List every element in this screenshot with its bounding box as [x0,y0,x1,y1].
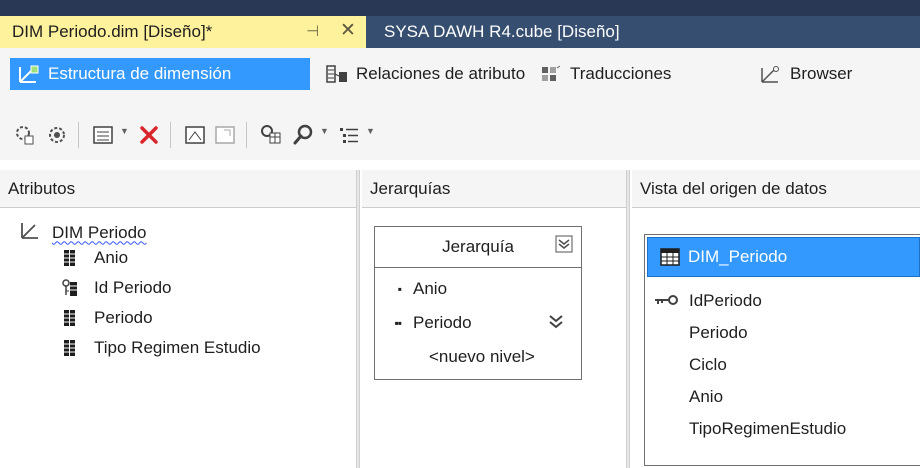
dsv-canvas: DIM_Periodo IdPeriodo Periodo Ciclo Anio… [632,208,920,468]
browser-icon [760,64,782,84]
dimension-icon [20,220,42,245]
column-item[interactable]: Ciclo [689,355,727,375]
column-item[interactable]: Anio [689,387,723,407]
chevron-double-down-icon[interactable] [547,313,565,336]
level-bullet: ▪ [397,282,402,296]
pin-icon[interactable]: ⊣ [306,22,319,40]
tab-label: DIM Periodo.dim [Diseño]* [12,22,213,41]
dsv-pane-header: Vista del origen de datos [632,170,920,208]
column-item[interactable]: TipoRegimenEstudio [689,419,846,439]
new-hierarchy-icon[interactable] [182,122,208,148]
process-icon[interactable] [12,122,38,148]
pane-splitter[interactable] [626,170,630,468]
hierarchies-canvas: Jerarquía ▪ Anio ▪▪ Periodo <nuevo nivel… [362,208,626,468]
attribute-item[interactable]: Anio [62,248,128,268]
hierarchy-grid-icon [212,122,238,148]
level-label: Anio [413,279,448,298]
table-header[interactable]: DIM_Periodo [647,237,920,277]
data-source-view-pane: Vista del origen de datos DIM_Periodo Id… [632,170,920,468]
level-bullet: ▪▪ [394,316,402,330]
tab-label: Estructura de dimensión [48,64,232,83]
explore-data-icon[interactable] [258,122,284,148]
tab-dim-periodo[interactable]: DIM Periodo.dim [Diseño]* ⊣ ✕ [0,16,366,48]
pane-splitter[interactable] [356,170,360,468]
toolbar-divider [78,122,79,148]
column-item[interactable]: IdPeriodo [689,291,762,311]
attributes-pane: Atributos DIM Periodo Anio Id Periodo Pe… [0,170,356,468]
new-level-placeholder[interactable]: <nuevo nivel> [429,347,635,367]
tab-dimension-structure[interactable]: Estructura de dimensión [10,58,310,90]
tree-root-dimension[interactable]: DIM Periodo [20,220,146,245]
pane-title: Atributos [8,178,76,198]
table-box[interactable]: DIM_Periodo IdPeriodo Periodo Ciclo Anio… [644,234,920,466]
dimension-name: DIM Periodo [52,222,147,242]
toolbar-divider [246,122,247,148]
level-label: Periodo [413,313,472,332]
tab-translations[interactable]: Traducciones [540,58,671,90]
hierarchies-pane-header: Jerarquías [362,170,626,208]
document-tab-bar: DIM Periodo.dim [Diseño]* ⊣ ✕ SYSA DAWH … [0,0,920,48]
column-item[interactable]: Periodo [689,323,748,343]
close-icon[interactable]: ✕ [340,19,356,42]
table-name: DIM_Periodo [688,247,788,266]
attribute-icon [62,339,78,357]
attribute-label: Anio [94,248,129,267]
attribute-label: Periodo [94,308,153,327]
tab-label: Relaciones de atributo [356,64,526,83]
attributes-tree: DIM Periodo Anio Id Periodo Periodo Tipo… [0,208,356,468]
tab-label: Traducciones [570,64,672,83]
search-icon[interactable] [290,122,316,148]
attribute-icon [62,309,78,327]
chevron-down-icon[interactable]: ▼ [120,126,129,136]
chevron-down-icon[interactable]: ▼ [366,126,375,136]
new-level-label: <nuevo nivel> [429,347,535,366]
settings-gear-icon[interactable] [44,122,70,148]
dimension-structure-icon [18,64,40,84]
attribute-item[interactable]: Id Periodo [62,278,172,298]
attribute-relationships-icon [326,64,348,84]
translations-icon [540,64,562,84]
show-attributes-icon[interactable] [90,122,116,148]
hierarchy-box[interactable]: Jerarquía ▪ Anio ▪▪ Periodo <nuevo nivel… [374,226,582,380]
pane-title: Jerarquías [370,178,451,198]
hierarchy-header[interactable]: Jerarquía [375,227,581,267]
hierarchies-pane: Jerarquías Jerarquía ▪ Anio ▪▪ Periodo <… [362,170,626,468]
designer-toolbar: ▼ ▼ ▼ [0,110,920,160]
attribute-label: Id Periodo [94,278,172,297]
attribute-label: Tipo Regimen Estudio [94,338,261,357]
table-icon [660,248,680,266]
tab-sysa-cube[interactable]: SYSA DAWH R4.cube [Diseño] [366,16,920,48]
attribute-item[interactable]: Periodo [62,308,153,328]
hierarchy-level[interactable]: ▪ Anio [375,279,581,299]
delete-icon[interactable] [136,122,162,148]
toolbar-divider [170,122,171,148]
tab-label: Browser [790,64,853,83]
chevron-down-icon[interactable]: ▼ [320,126,329,136]
tab-label: SYSA DAWH R4.cube [Diseño] [384,22,620,41]
key-attribute-icon [62,279,78,297]
primary-key-icon [653,293,681,312]
hierarchy-level[interactable]: ▪▪ Periodo [375,313,581,333]
collapse-all-icon[interactable] [555,235,573,258]
list-icon[interactable] [336,122,362,148]
attribute-icon [62,249,78,267]
tab-browser[interactable]: Browser [760,58,852,90]
hierarchy-name: Jerarquía [442,237,514,256]
attribute-item[interactable]: Tipo Regimen Estudio [62,338,261,358]
pane-title: Vista del origen de datos [640,178,827,198]
tab-attribute-relationships[interactable]: Relaciones de atributo [326,58,525,90]
attributes-pane-header: Atributos [0,170,356,208]
divider [375,267,581,268]
